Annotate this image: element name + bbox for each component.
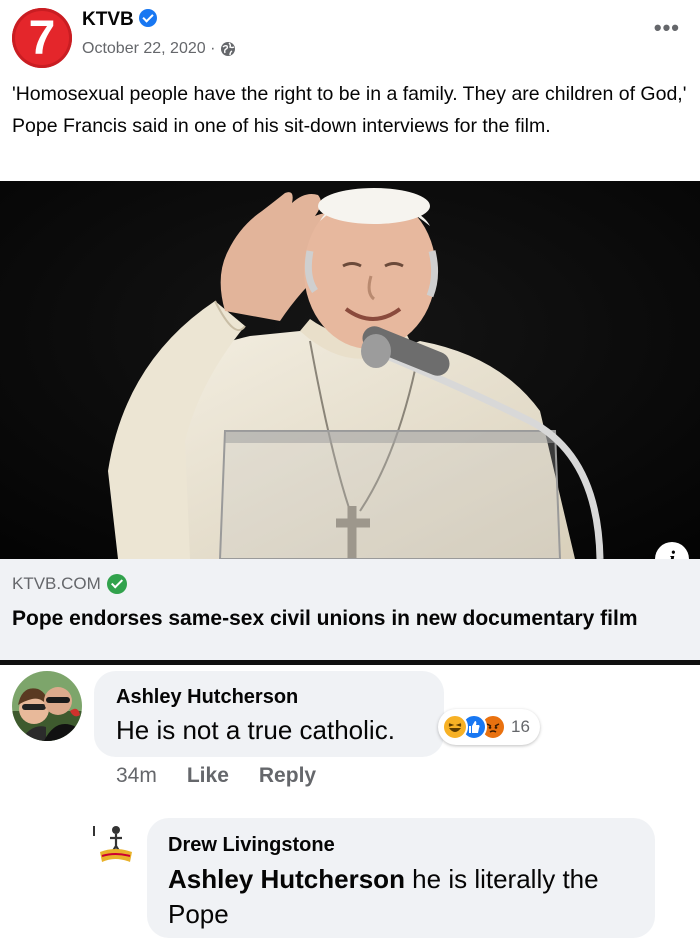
comment-timestamp[interactable]: 34m xyxy=(116,764,157,788)
link-domain-label: KTVB.COM xyxy=(12,574,101,593)
pope-photo-illustration xyxy=(0,181,700,559)
commenter-avatar[interactable] xyxy=(12,671,82,741)
link-title[interactable]: Pope endorses same-sex civil unions in n… xyxy=(12,605,692,632)
reply-text: Ashley Hutcherson he is literally the Po… xyxy=(168,862,638,932)
page-name[interactable]: KTVB xyxy=(82,9,157,31)
post-photo[interactable] xyxy=(0,181,700,559)
avatar-logo-glyph: 7 xyxy=(28,11,56,65)
page-avatar[interactable]: 7 xyxy=(12,8,72,68)
comment-actions: 34m Like Reply xyxy=(116,764,316,788)
reaction-summary[interactable]: 16 xyxy=(438,709,540,745)
page-name-label[interactable]: KTVB xyxy=(82,9,134,30)
avatar-logo-icon xyxy=(92,822,138,868)
post-header: 7 KTVB October 22, 2020 · ••• xyxy=(0,0,700,72)
reply-author[interactable]: Drew Livingstone xyxy=(168,834,335,857)
reaction-count: 16 xyxy=(511,717,530,736)
post-date[interactable]: October 22, 2020 · xyxy=(82,40,236,58)
post-date-label[interactable]: October 22, 2020 · xyxy=(82,40,215,58)
comment-author[interactable]: Ashley Hutcherson xyxy=(116,686,298,709)
section-divider xyxy=(0,660,700,665)
verified-badge-icon xyxy=(138,9,157,27)
verified-domain-icon xyxy=(106,574,127,594)
link-preview-card[interactable]: KTVB.COM Pope endorses same-sex civil un… xyxy=(0,559,700,660)
reply-button[interactable]: Reply xyxy=(259,764,316,788)
reply-avatar[interactable] xyxy=(92,822,138,868)
post-caption: 'Homosexual people have the right to be … xyxy=(12,83,687,137)
haha-icon xyxy=(442,714,468,740)
comment-text: He is not a true catholic. xyxy=(116,715,395,745)
link-domain: KTVB.COM xyxy=(12,574,127,594)
like-button[interactable]: Like xyxy=(187,764,229,788)
avatar-photo-icon xyxy=(12,671,82,741)
reply-mention[interactable]: Ashley Hutcherson xyxy=(168,864,405,894)
more-options-button[interactable]: ••• xyxy=(654,17,680,39)
globe-icon xyxy=(221,42,236,56)
